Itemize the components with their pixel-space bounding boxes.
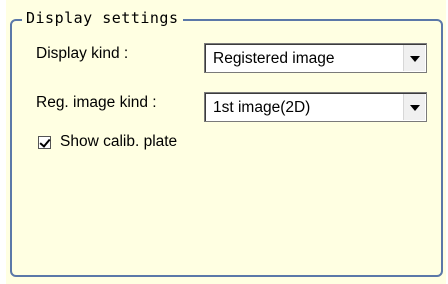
display-kind-label: Display kind : xyxy=(36,45,129,62)
display-kind-dropdown[interactable]: Registered image xyxy=(204,43,427,73)
display-kind-value: Registered image xyxy=(213,50,335,67)
show-calib-plate-checkbox[interactable] xyxy=(38,136,51,149)
reg-image-kind-value: 1st image(2D) xyxy=(213,99,311,116)
reg-image-kind-dropdown-button[interactable] xyxy=(403,94,425,120)
display-kind-dropdown-button[interactable] xyxy=(403,45,425,71)
chevron-down-icon xyxy=(410,56,420,62)
reg-image-kind-label: Reg. image kind : xyxy=(36,94,157,111)
chevron-down-icon xyxy=(410,105,420,111)
reg-image-kind-dropdown[interactable]: 1st image(2D) xyxy=(204,92,427,122)
show-calib-plate-label[interactable]: Show calib. plate xyxy=(60,132,177,152)
checkmark-icon xyxy=(39,136,51,148)
settings-panel: Display settings Display kind : Register… xyxy=(6,0,446,284)
group-title: Display settings xyxy=(22,8,183,28)
